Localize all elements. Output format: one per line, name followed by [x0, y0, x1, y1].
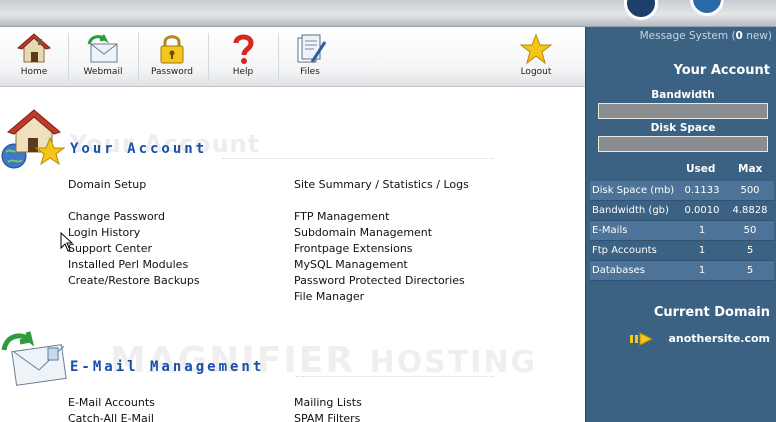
mailing-lists-link[interactable]: Mailing Lists — [294, 396, 362, 409]
stat-max: 5 — [746, 245, 754, 256]
domain-setup-link[interactable]: Domain Setup — [68, 178, 146, 191]
password-protected-directories-link[interactable]: Password Protected Directories — [294, 274, 465, 287]
ftp-management-link[interactable]: FTP Management — [294, 210, 389, 223]
home-icon — [16, 33, 52, 63]
disk-space-label: Disk Space — [650, 122, 716, 134]
installed-perl-modules-link[interactable]: Installed Perl Modules — [68, 258, 188, 271]
site-summary-link[interactable]: Site Summary / Statistics / Logs — [294, 178, 469, 191]
message-system-link[interactable]: Message System (0 new) — [640, 30, 772, 42]
account-house-icon — [1, 109, 66, 169]
your-account-section-title: Your Account — [70, 141, 208, 157]
message-suffix: new) — [742, 30, 772, 42]
password-label: Password — [150, 67, 194, 77]
stat-used: 0.0010 — [684, 205, 720, 216]
question-mark-icon — [233, 34, 254, 64]
files-label: Files — [300, 67, 320, 77]
subdomain-management-link[interactable]: Subdomain Management — [294, 226, 432, 239]
stat-max: 50 — [743, 225, 757, 236]
stat-max: 500 — [740, 185, 760, 196]
stat-name: E-Mails — [592, 225, 628, 236]
logo-circle-light — [690, 0, 724, 16]
webmail-label: Webmail — [83, 67, 123, 77]
file-manager-link[interactable]: File Manager — [294, 290, 364, 303]
stat-max: 5 — [746, 265, 754, 276]
files-icon — [297, 34, 327, 63]
stat-used: 1 — [698, 225, 706, 236]
home-label: Home — [20, 67, 48, 77]
create-restore-backups-link[interactable]: Create/Restore Backups — [68, 274, 200, 287]
arrow-right-icon — [630, 332, 654, 346]
current-domain-link[interactable]: anothersite.com — [668, 332, 770, 345]
logo-circle-dark — [624, 0, 658, 20]
catch-all-email-link[interactable]: Catch-All E-Mail — [68, 412, 154, 422]
help-label: Help — [232, 67, 254, 77]
stats-header: Used Max — [590, 163, 774, 181]
files-button[interactable]: Files — [277, 27, 343, 87]
disk-usage-bar — [598, 136, 768, 152]
bandwidth-usage-bar — [598, 103, 768, 119]
lock-icon — [160, 35, 184, 64]
stat-used: 1 — [698, 245, 706, 256]
bandwidth-label: Bandwidth — [651, 89, 715, 101]
frontpage-extensions-link[interactable]: Frontpage Extensions — [294, 242, 413, 255]
section-divider — [222, 158, 494, 159]
top-banner-strip — [0, 0, 776, 27]
stat-used: 0.1133 — [684, 185, 720, 196]
stat-name: Bandwidth (gb) — [592, 205, 669, 216]
watermark-suffix: HOSTING — [369, 345, 538, 380]
control-panel-window: Home Webmail Password Help Files Logout … — [0, 0, 776, 422]
home-button[interactable]: Home — [1, 27, 67, 87]
table-row: Ftp Accounts 1 5 — [590, 241, 774, 261]
stat-name: Databases — [592, 265, 645, 276]
used-column-header: Used — [686, 163, 716, 175]
mysql-management-link[interactable]: MySQL Management — [294, 258, 408, 271]
message-prefix: Message System ( — [639, 30, 736, 42]
login-history-link[interactable]: Login History — [68, 226, 140, 239]
help-button[interactable]: Help — [210, 27, 276, 87]
webmail-button[interactable]: Webmail — [70, 27, 136, 87]
support-center-link[interactable]: Support Center — [68, 242, 152, 255]
email-accounts-link[interactable]: E-Mail Accounts — [68, 396, 155, 409]
account-sidebar: Message System (0 new) Your Account Band… — [585, 27, 776, 422]
main-toolbar: Home Webmail Password Help Files Logout — [0, 27, 585, 87]
star-icon — [519, 33, 553, 65]
usage-stats-table: Disk Space (mb) 0.1133 500 Bandwidth (gb… — [590, 181, 774, 281]
table-row: E-Mails 1 50 — [590, 221, 774, 241]
stat-used: 1 — [698, 265, 706, 276]
max-column-header: Max — [738, 163, 763, 175]
email-envelope-icon — [1, 331, 67, 386]
logout-label: Logout — [520, 67, 552, 77]
mouse-pointer-icon — [60, 232, 74, 252]
stat-max: 4.8828 — [732, 205, 768, 216]
current-domain-heading: Current Domain — [653, 305, 770, 320]
table-row: Disk Space (mb) 0.1133 500 — [590, 181, 774, 201]
spam-filters-link[interactable]: SPAM Filters — [294, 412, 360, 422]
email-management-section-title: E-Mail Management — [70, 359, 265, 375]
logout-button[interactable]: Logout — [503, 27, 569, 87]
message-count: 0 — [735, 30, 743, 42]
table-row: Databases 1 5 — [590, 261, 774, 281]
your-account-heading: Your Account — [673, 63, 770, 78]
section-divider — [296, 376, 494, 377]
stat-name: Disk Space (mb) — [592, 185, 675, 196]
webmail-icon — [87, 34, 118, 63]
toolbar-divider — [68, 33, 69, 81]
table-row: Bandwidth (gb) 0.0010 4.8828 — [590, 201, 774, 221]
toolbar-divider — [208, 33, 209, 81]
stat-name: Ftp Accounts — [592, 245, 657, 256]
password-button[interactable]: Password — [139, 27, 205, 87]
change-password-link[interactable]: Change Password — [68, 210, 165, 223]
